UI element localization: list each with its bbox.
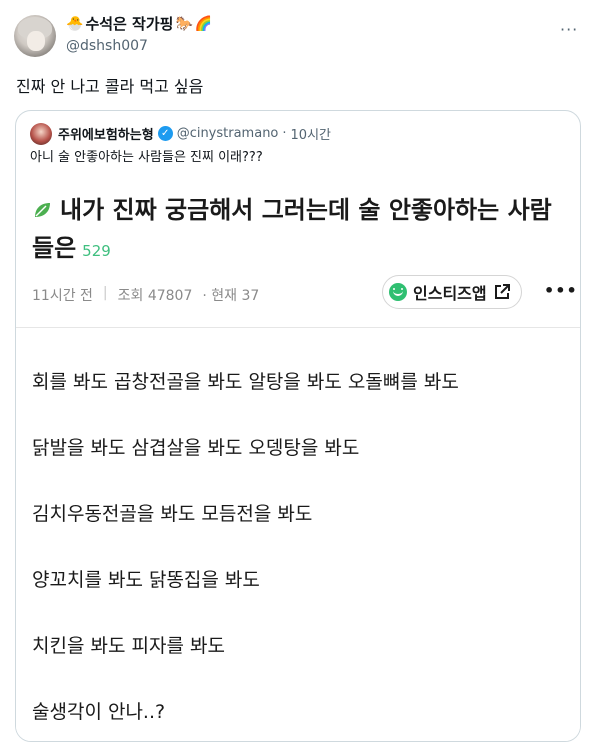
avatar-face: [27, 31, 45, 51]
chick-emoji-icon: 🐣: [66, 16, 84, 32]
post-views: 조회 47807: [117, 288, 193, 304]
more-icon[interactable]: ···: [560, 20, 578, 39]
post-age: 11시간 전: [32, 288, 93, 304]
quoted-display-name[interactable]: 주위에보험하는형: [58, 124, 154, 143]
attached-image[interactable]: 내가 진짜 궁금해서 그러는데 술 안좋아하는 사람들은 529 11시간 전 |…: [16, 177, 580, 741]
post-more-icon[interactable]: •••: [544, 281, 578, 300]
user-handle[interactable]: @dshsh007: [66, 37, 148, 55]
rainbow-emoji-icon: 🌈: [194, 16, 213, 32]
quoted-tweet-card[interactable]: 주위에보험하는형 ✓ @cinystramano · 10시간 아니 술 안좋아…: [15, 110, 581, 742]
quoted-text: 아니 술 안좋아하는 사람들은 진찌 이래???: [30, 150, 263, 165]
tweet: 🐣 수석은 작가핑 🐎 🌈 @dshsh007 ··· 진짜 안 나고 콜라 먹…: [0, 0, 598, 756]
comment-count: 529: [82, 242, 111, 260]
verified-icon: ✓: [157, 126, 173, 141]
horse-emoji-icon: 🐎: [175, 16, 193, 32]
post-line: 회를 봐도 곱창전골을 봐도 알탕을 봐도 오돌뼈를 봐도: [32, 371, 459, 393]
post-line: 김치우동전골을 봐도 모듬전을 봐도: [32, 503, 313, 525]
meta-divider: |: [102, 285, 108, 301]
quoted-handle[interactable]: @cinystramano: [177, 126, 279, 141]
post-meta: 11시간 전 | 조회 47807 · 현재 37: [32, 285, 259, 305]
quoted-avatar[interactable]: [30, 123, 52, 145]
leaf-icon: [35, 203, 50, 217]
display-name[interactable]: 수석은 작가핑: [85, 14, 173, 34]
post-line: 양꼬치를 봐도 닭똥집을 봐도: [32, 569, 260, 591]
post-line: 닭발을 봐도 삼겹살을 봐도 오뎅탕을 봐도: [32, 437, 360, 459]
external-link-icon: [494, 284, 510, 299]
smile-icon: [389, 283, 407, 301]
avatar[interactable]: [14, 15, 56, 57]
post-line: 술생각이 안나..?: [32, 701, 166, 723]
app-button-label: 인스티즈앱: [413, 284, 487, 303]
quoted-timestamp[interactable]: 10시간: [291, 124, 331, 143]
quoted-header: 주위에보험하는형 ✓ @cinystramano · 10시간: [58, 124, 331, 143]
quoted-separator: ·: [282, 126, 287, 141]
post-title: 내가 진짜 궁금해서 그러는데 술 안좋아하는 사람들은 529: [32, 191, 562, 270]
tweet-text: 진짜 안 나고 콜라 먹고 싶음: [16, 77, 204, 96]
name-row: 🐣 수석은 작가핑 🐎 🌈: [66, 14, 212, 34]
post-line: 치킨을 봐도 피자를 봐도: [32, 635, 225, 657]
open-app-button[interactable]: 인스티즈앱: [382, 275, 522, 309]
post-current: · 현재 37: [202, 288, 260, 304]
divider: [16, 327, 580, 328]
